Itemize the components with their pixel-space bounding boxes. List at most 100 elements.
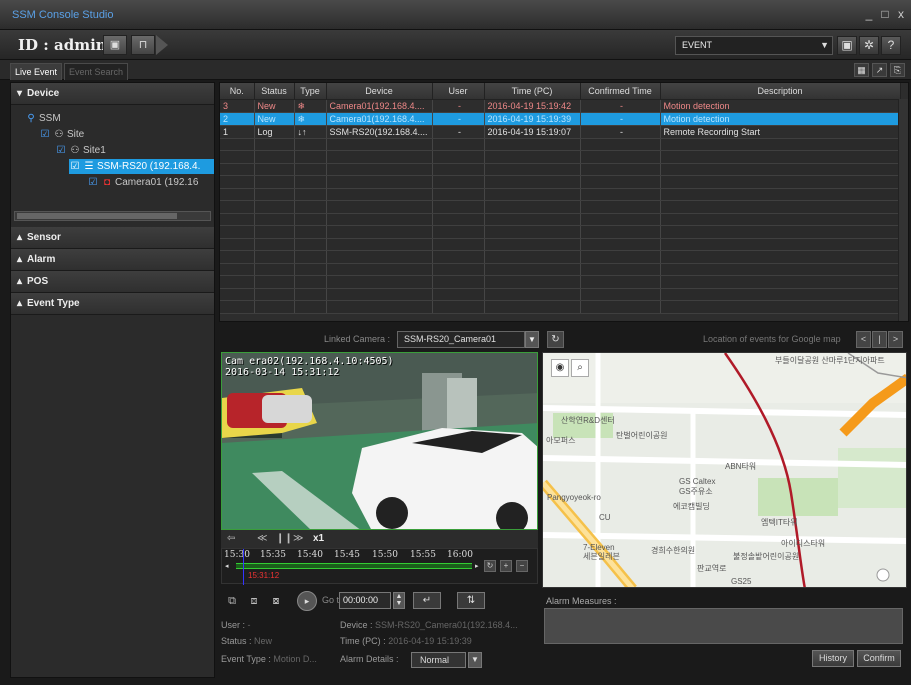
snapshot-button[interactable]: ⧉ [223,593,241,609]
empty-cell [660,275,901,289]
alarm-section-header[interactable]: ▴ Alarm [11,249,214,271]
zoom-out-button[interactable]: − [516,560,528,572]
tab-event-search[interactable]: Event Search [64,63,129,80]
close-button[interactable]: x [894,7,908,21]
empty-cell [432,175,485,189]
empty-cell [580,200,661,214]
export-clip-button[interactable]: ⧇ [267,593,285,609]
linked-camera-select[interactable]: SSM-RS20_Camera01 [397,331,525,348]
table-row[interactable]: 2 New ❄ Camera01(192.168.4.... -2016-04-19 1… [220,112,901,126]
playback-toolbar: ⧉ ⧈ ⧇ ▸ Go to 00:00:00 ▲ ▼ ↵ ⇅ [221,591,538,613]
cell-status: New [254,112,295,126]
sync-button[interactable]: ⇅ [457,592,485,609]
tab-live-event[interactable]: Live Event [10,63,63,80]
alarm-measures-input[interactable] [544,608,903,644]
empty-cell [326,300,433,314]
map-prev-button[interactable]: < [856,331,871,348]
popout-button[interactable]: ↗ [872,63,887,77]
event-mode-select[interactable]: EVENT ▼ [675,36,833,55]
pos-section-header[interactable]: ▴ POS [11,271,214,293]
chevron-down-icon[interactable]: ▼ [525,331,539,348]
empty-cell [326,288,433,301]
table-row[interactable]: 1 Log ↓↑ SSM-RS20(192.168.4.... -2016-04-19 … [220,125,901,139]
help-button[interactable]: ? [881,36,901,55]
table-row[interactable]: 3 New ❄ Camera01(192.168.4.... -2016-04-19 1… [220,99,901,113]
confirm-button[interactable]: Confirm [857,650,901,667]
timeline-left-icon[interactable]: ◂ [225,562,229,570]
zoom-in-button[interactable]: + [500,560,512,572]
tree-item-site[interactable]: ☑ ⚇ Site [39,127,209,142]
map-location-button[interactable]: ◉ [551,359,569,377]
playback-timeline[interactable]: 15:30 15:35 15:40 15:45 15:50 15:55 16:0… [221,548,538,585]
maximize-button[interactable]: □ [878,7,892,21]
empty-cell [660,288,901,301]
timeline-refresh-button[interactable]: ↻ [484,560,496,572]
column-header-user[interactable]: User [432,83,485,100]
tree-horizontal-scrollbar[interactable] [14,211,211,221]
chevron-down-icon[interactable]: ▼ [468,652,482,668]
alarm-details-select[interactable]: Normal [411,652,466,668]
column-header-no[interactable]: No. [220,83,255,100]
recording-segment [236,563,472,569]
tree-item-ssm[interactable]: ⚲ SSM [25,111,205,126]
back-button[interactable]: ⇦ [227,532,235,546]
empty-cell [254,263,295,276]
column-header-status[interactable]: Status [254,83,295,100]
lock-button[interactable]: ⊓ [131,35,155,55]
map-label: 에코캠빌딩 [673,502,710,511]
map-label: GS25 [731,577,752,586]
settings-button[interactable]: ✲ [859,36,879,55]
save-layout-button[interactable]: ▣ [103,35,127,55]
speed-indicator[interactable]: x1 [313,532,324,546]
timeline-right-icon[interactable]: ▸ [475,562,479,570]
tree-item-ssm-rs20[interactable]: ☑ ☰ SSM-RS20 (192.168.4. [69,159,214,174]
map-page-button[interactable]: | [872,331,887,348]
map-next-button[interactable]: > [888,331,903,348]
minimize-button[interactable]: _ [862,7,876,21]
timeline-tick: 15:55 [410,550,436,560]
chevron-left-icon: < [860,334,867,344]
timeline-tick: 15:40 [297,550,323,560]
empty-cell [432,200,485,214]
table-vertical-scrollbar[interactable] [898,99,908,321]
column-header-confirmed-time[interactable]: Confirmed Time [580,83,661,100]
empty-row [220,250,901,264]
timeline-cursor[interactable] [243,549,244,585]
empty-row [220,288,901,301]
monitor-button[interactable]: ▣ [837,36,857,55]
pause-button[interactable]: ❙❙ [276,532,293,546]
forward-button[interactable]: ≫ [293,532,303,546]
tree-item-site1[interactable]: ☑ ⚇ Site1 [55,143,211,158]
empty-cell [326,238,433,251]
cell-type: ❄ [294,112,327,126]
time-stepper[interactable]: ▲ ▼ [393,592,405,609]
column-header-device[interactable]: Device [326,83,433,100]
device-section-header[interactable]: ▾ Device [11,83,214,105]
empty-cell [580,238,661,251]
sensor-section-header[interactable]: ▴ Sensor [11,227,214,249]
goto-button[interactable]: ↵ [413,592,441,609]
history-button[interactable]: History [812,650,854,667]
empty-cell [432,275,485,289]
search-button[interactable]: ⧈ [245,593,263,609]
column-header-description[interactable]: Description [660,83,901,100]
map-label: CU [599,513,611,522]
map-label: GS주유소 [679,487,713,496]
grid-layout-button[interactable]: ▦ [854,63,869,77]
instant-play-button[interactable]: ▸ [297,591,317,611]
rewind-button[interactable]: ≪ [257,532,267,546]
google-map[interactable]: ◉ ⌕ 산학연R&D센터 아모퍼스 ABN타워 GS Caltex GS주유소 … [542,352,907,588]
cell-status: New [254,99,295,113]
map-search-button[interactable]: ⌕ [571,359,589,377]
scrollbar-thumb[interactable] [17,213,177,219]
column-header-type[interactable]: Type [294,83,327,100]
export-button[interactable]: ⎘ [890,63,905,77]
column-header-time[interactable]: Time (PC) [484,83,581,100]
gear-icon: ✲ [863,38,875,52]
video-player[interactable]: Cam era02(192.168.4.10:4505) 2016-03-14 … [221,352,538,530]
checkbox-icon: ☑ [56,145,66,156]
event-type-section-header[interactable]: ▴ Event Type [11,293,214,315]
refresh-button[interactable]: ↻ [547,331,564,348]
tree-item-camera01[interactable]: ☑ ◘ Camera01 (192.16 [87,175,215,190]
goto-time-input[interactable]: 00:00:00 [339,592,391,609]
